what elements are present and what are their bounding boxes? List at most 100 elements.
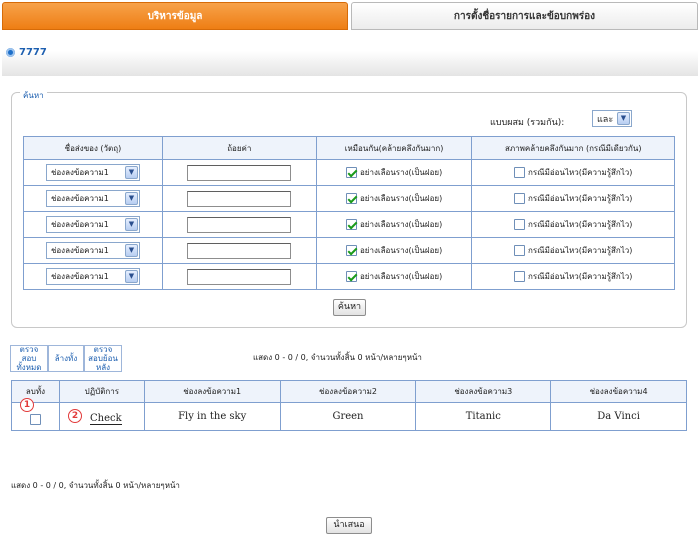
check-link[interactable]: Check (90, 413, 122, 425)
criteria-value-cell (161, 237, 317, 264)
sensitive-label: กรณีมีอ่อนไหว(มีความรู้สึกไว) (528, 194, 633, 203)
record-code-text: 7777 (19, 47, 47, 58)
search-legend: ค้นหา (20, 89, 47, 102)
results-col-4: ช่องลงข้อความ4 (550, 380, 687, 403)
value-input[interactable] (187, 190, 292, 207)
field-select-value: ช่องลงข้อความ1 (50, 194, 109, 203)
criteria-row: ช่องลงข้อความ1 ▼ อย่างเลือนราง(เป็นฝอย) กรณ… (23, 211, 675, 238)
criteria-sensitive-cell: กรณีมีอ่อนไหว(มีความรู้สึกไว) (471, 263, 675, 290)
clear-all-button[interactable]: ล้างทั้ง (48, 345, 84, 372)
sensitive-label: กรณีมีอ่อนไหว(มีความรู้สึกไว) (528, 272, 633, 281)
criteria-col-sensitive: สภาพคล้ายคลึงกันมาก (กรณีมีเดียวกัน) (471, 136, 675, 160)
sensitive-checkbox[interactable] (514, 219, 526, 230)
similar-checkbox[interactable] (345, 245, 357, 256)
sensitive-checkbox[interactable] (514, 245, 526, 256)
sensitive-checkbox[interactable] (514, 167, 526, 178)
criteria-col-similar: เหมือนกัน(คล้ายคลึงกันมาก) (315, 136, 473, 160)
criteria-field-cell: ช่องลงข้อความ1 ▼ (23, 237, 163, 264)
field-select[interactable]: ช่องลงข้อความ1 ▼ (45, 190, 140, 207)
results-col-3: ช่องลงข้อความ3 (415, 380, 552, 403)
chevron-down-icon[interactable]: ▼ (617, 112, 630, 125)
criteria-sensitive-cell: กรณีมีอ่อนไหว(มีความรู้สึกไว) (471, 185, 675, 212)
field-select[interactable]: ช่องลงข้อความ1 ▼ (45, 216, 140, 233)
result-cell-1: Fly in the sky (143, 402, 281, 431)
value-input[interactable] (187, 242, 292, 259)
tab-bar: บริหารข้อมูล การตั้งชื่อรายการและข้อบกพร… (2, 2, 698, 30)
similar-checkbox[interactable] (345, 219, 357, 230)
check-back-button[interactable]: ตรวจสอบย้อนหลัง (84, 345, 122, 372)
criteria-row: ช่องลงข้อความ1 ▼ อย่างเลือนราง(เป็นฝอย) กรณ… (23, 159, 675, 186)
result-cell-3: Titanic (415, 402, 552, 431)
criteria-value-cell (161, 263, 317, 290)
header-band (2, 30, 698, 76)
similar-checkbox[interactable] (345, 167, 357, 178)
field-select-value: ช่องลงข้อความ1 (50, 220, 109, 229)
chevron-down-icon[interactable]: ▼ (124, 244, 138, 257)
tab-naming-defects[interactable]: การตั้งชื่อรายการและข้อบกพร่อง (351, 2, 698, 30)
criteria-similar-cell: อย่างเลือนราง(เป็นฝอย) (315, 211, 473, 238)
record-code: 7777 (6, 47, 47, 58)
results-col-2: ช่องลงข้อความ2 (279, 380, 417, 403)
paging-info-top: แสดง 0 - 0 / 0, จำนวนทั้งสิ้น 0 หน้า/หลา… (253, 353, 422, 362)
delete-checkbox[interactable] (29, 414, 41, 425)
criteria-field-cell: ช่องลงข้อความ1 ▼ (23, 185, 163, 212)
criteria-col-value: ถ้อยค่า (161, 136, 317, 160)
criteria-value-cell (161, 185, 317, 212)
criteria-field-cell: ช่องลงข้อความ1 ▼ (23, 159, 163, 186)
results-col-1: ช่องลงข้อความ1 (143, 380, 281, 403)
submit-button[interactable]: นำเสนอ (326, 517, 372, 534)
criteria-value-cell (161, 159, 317, 186)
criteria-row: ช่องลงข้อความ1 ▼ อย่างเลือนราง(เป็นฝอย) กรณ… (23, 237, 675, 264)
sensitive-label: กรณีมีอ่อนไหว(มีความรู้สึกไว) (528, 168, 633, 177)
chevron-down-icon[interactable]: ▼ (124, 192, 138, 205)
criteria-row: ช่องลงข้อความ1 ▼ อย่างเลือนราง(เป็นฝอย) กรณ… (23, 185, 675, 212)
criteria-similar-cell: อย่างเลือนราง(เป็นฝอย) (315, 159, 473, 186)
action-buttons: ตรวจสอบทั้งหมด ล้างทั้ง ตรวจสอบย้อนหลัง (10, 345, 122, 372)
search-button[interactable]: ค้นหา (333, 299, 366, 316)
value-input[interactable] (187, 216, 292, 233)
mix-label: แบบผสม (รวมกัน): (490, 118, 565, 128)
similar-label: อย่างเลือนราง(เป็นฝอย) (359, 194, 443, 203)
criteria-field-cell: ช่องลงข้อความ1 ▼ (23, 211, 163, 238)
similar-label: อย่างเลือนราง(เป็นฝอย) (359, 220, 443, 229)
field-select-value: ช่องลงข้อความ1 (50, 246, 109, 255)
check-all-button[interactable]: ตรวจสอบทั้งหมด (10, 345, 48, 372)
chevron-down-icon[interactable]: ▼ (124, 270, 138, 283)
annotation-marker-2: 2 (68, 409, 82, 423)
sensitive-checkbox[interactable] (514, 193, 526, 204)
similar-checkbox[interactable] (345, 271, 357, 282)
criteria-table: ชื่อส่งของ (วัตถุ) ถ้อยค่า เหมือนกัน(คล้… (23, 136, 675, 290)
similar-label: อย่างเลือนราง(เป็นฝอย) (359, 246, 443, 255)
field-select-value: ช่องลงข้อความ1 (50, 272, 109, 281)
criteria-sensitive-cell: กรณีมีอ่อนไหว(มีความรู้สึกไว) (471, 211, 675, 238)
criteria-row: ช่องลงข้อความ1 ▼ อย่างเลือนราง(เป็นฝอย) กรณ… (23, 263, 675, 290)
results-col-delete: ลบทั้ง (11, 380, 60, 403)
criteria-field-cell: ช่องลงข้อความ1 ▼ (23, 263, 163, 290)
criteria-similar-cell: อย่างเลือนราง(เป็นฝอย) (315, 263, 473, 290)
mix-select[interactable]: และ ▼ (592, 110, 632, 127)
criteria-value-cell (161, 211, 317, 238)
paging-info-bottom: แสดง 0 - 0 / 0, จำนวนทั้งสิ้น 0 หน้า/หลา… (11, 481, 180, 490)
sensitive-checkbox[interactable] (514, 271, 526, 282)
criteria-similar-cell: อย่างเลือนราง(เป็นฝอย) (315, 237, 473, 264)
similar-checkbox[interactable] (345, 193, 357, 204)
similar-label: อย่างเลือนราง(เป็นฝอย) (359, 272, 443, 281)
tab-data-management[interactable]: บริหารข้อมูล (2, 2, 348, 30)
result-cell-2: Green (279, 402, 417, 431)
chevron-down-icon[interactable]: ▼ (124, 218, 138, 231)
criteria-sensitive-cell: กรณีมีอ่อนไหว(มีความรู้สึกไว) (471, 159, 675, 186)
field-select[interactable]: ช่องลงข้อความ1 ▼ (45, 164, 140, 181)
delete-cell (11, 402, 60, 431)
criteria-col-field: ชื่อส่งของ (วัตถุ) (23, 136, 163, 160)
field-select[interactable]: ช่องลงข้อความ1 ▼ (45, 268, 140, 285)
value-input[interactable] (187, 164, 292, 181)
chevron-down-icon[interactable]: ▼ (124, 166, 138, 179)
similar-label: อย่างเลือนราง(เป็นฝอย) (359, 168, 443, 177)
criteria-sensitive-cell: กรณีมีอ่อนไหว(มีความรู้สึกไว) (471, 237, 675, 264)
value-input[interactable] (187, 268, 292, 285)
result-cell-4: Da Vinci (550, 402, 687, 431)
criteria-similar-cell: อย่างเลือนราง(เป็นฝอย) (315, 185, 473, 212)
annotation-marker-1: 1 (20, 398, 34, 412)
sensitive-label: กรณีมีอ่อนไหว(มีความรู้สึกไว) (528, 246, 633, 255)
field-select[interactable]: ช่องลงข้อความ1 ▼ (45, 242, 140, 259)
